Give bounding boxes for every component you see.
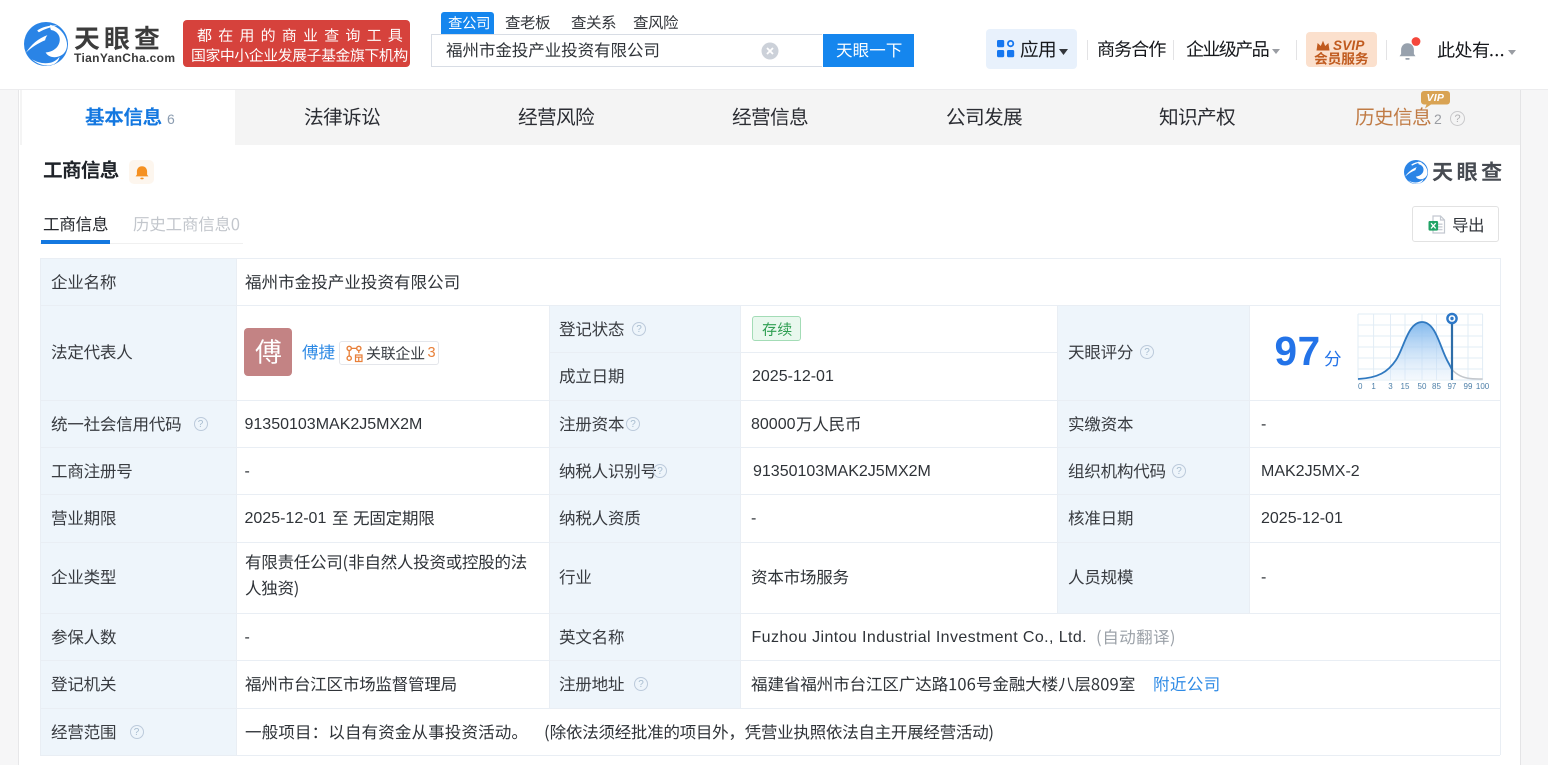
svg-text:0: 0 [1358,382,1363,391]
svg-text:1: 1 [1371,382,1376,391]
svg-text:99: 99 [1464,382,1473,391]
svg-text:97: 97 [1447,382,1456,391]
svg-text:50: 50 [1418,382,1427,391]
svg-text:100: 100 [1476,382,1490,391]
svg-text:15: 15 [1401,382,1410,391]
svg-text:85: 85 [1432,382,1441,391]
svg-text:3: 3 [1388,382,1393,391]
